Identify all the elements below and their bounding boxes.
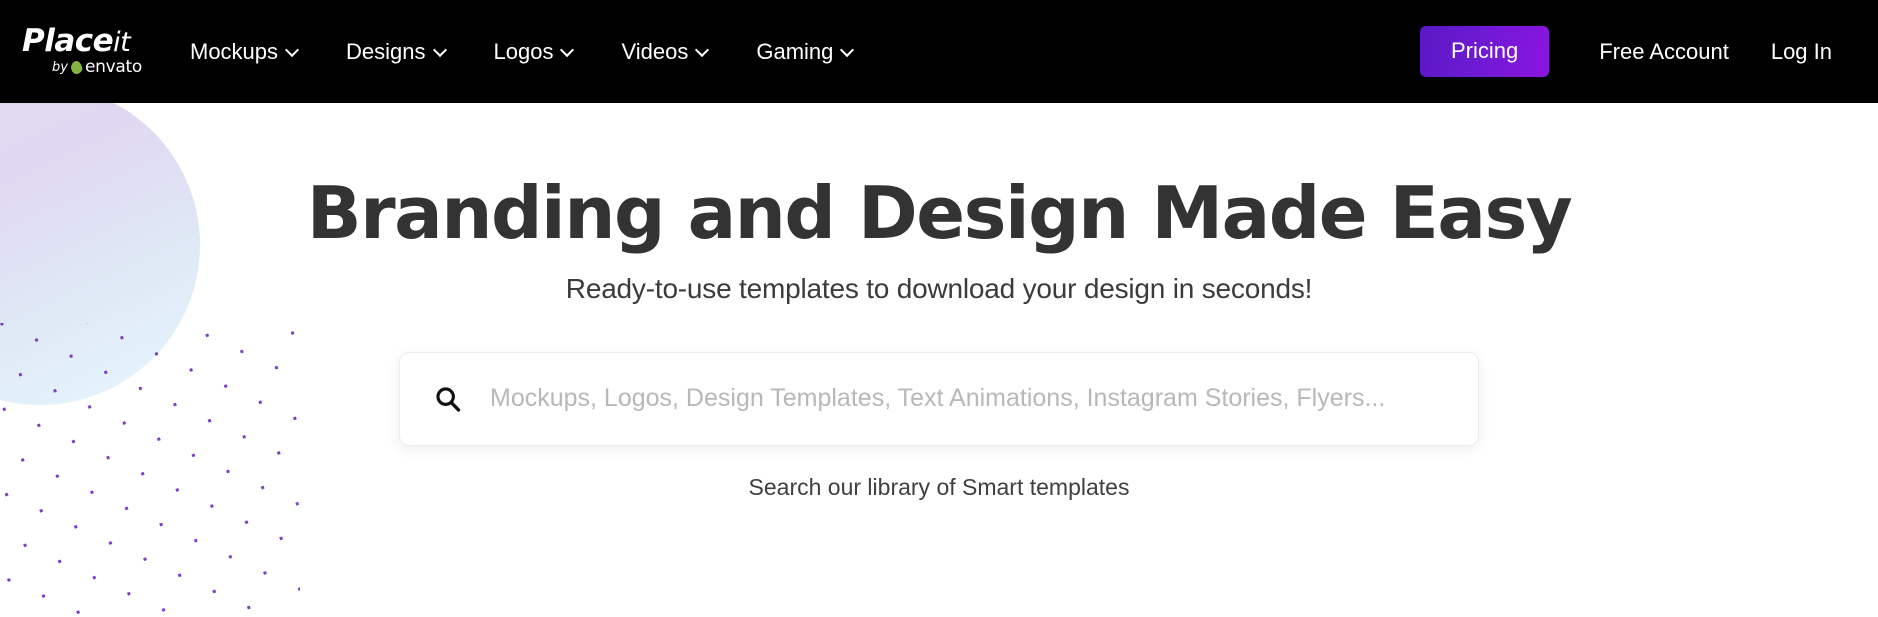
- header-actions: Pricing Free Account Log In: [1419, 26, 1848, 77]
- main-navigation: Mockups Designs Logos Videos Gaming: [166, 31, 877, 73]
- chevron-down-icon: [697, 44, 708, 55]
- chevron-down-icon: [287, 44, 298, 55]
- logo-wordmark: Placeit: [22, 22, 131, 59]
- nav-item-gaming[interactable]: Gaming: [732, 31, 877, 73]
- nav-item-mockups[interactable]: Mockups: [166, 31, 322, 73]
- nav-item-label: Gaming: [756, 38, 834, 64]
- search-bar[interactable]: [399, 351, 1479, 446]
- nav-item-label: Mockups: [190, 38, 279, 64]
- nav-item-label: Designs: [346, 38, 426, 64]
- nav-item-logos[interactable]: Logos: [470, 31, 598, 73]
- nav-item-designs[interactable]: Designs: [322, 31, 469, 73]
- nav-item-label: Videos: [621, 38, 689, 64]
- site-header: Placeit by envato Mockups Designs Logos …: [0, 0, 1878, 103]
- logo-byline: by envato: [52, 56, 142, 77]
- hero-subtitle: Ready-to-use templates to download your …: [565, 272, 1313, 304]
- envato-leaf-icon: [69, 59, 84, 75]
- logo-wordmark-it: it: [113, 26, 131, 58]
- nav-item-label: Logos: [493, 38, 554, 64]
- search-icon: [436, 387, 461, 412]
- chevron-down-icon: [842, 44, 853, 55]
- placeit-logo[interactable]: Placeit by envato: [22, 22, 142, 78]
- page-title: Branding and Design Made Easy: [306, 171, 1573, 255]
- search-helper-text: Search our library of Smart templates: [748, 473, 1130, 500]
- free-account-link[interactable]: Free Account: [1583, 29, 1745, 75]
- chevron-down-icon: [562, 44, 573, 55]
- search-input[interactable]: [490, 384, 1444, 414]
- logo-wordmark-place: Place: [22, 22, 114, 59]
- nav-item-videos[interactable]: Videos: [597, 31, 732, 73]
- logo-byline-envato: envato: [84, 56, 142, 77]
- chevron-down-icon: [435, 44, 446, 55]
- logo-byline-by: by: [52, 59, 68, 75]
- hero-section: Branding and Design Made Easy Ready-to-u…: [0, 103, 1878, 617]
- page-root: Placeit by envato Mockups Designs Logos …: [0, 0, 1878, 617]
- log-in-link[interactable]: Log In: [1755, 29, 1848, 75]
- pricing-button[interactable]: Pricing: [1419, 26, 1550, 77]
